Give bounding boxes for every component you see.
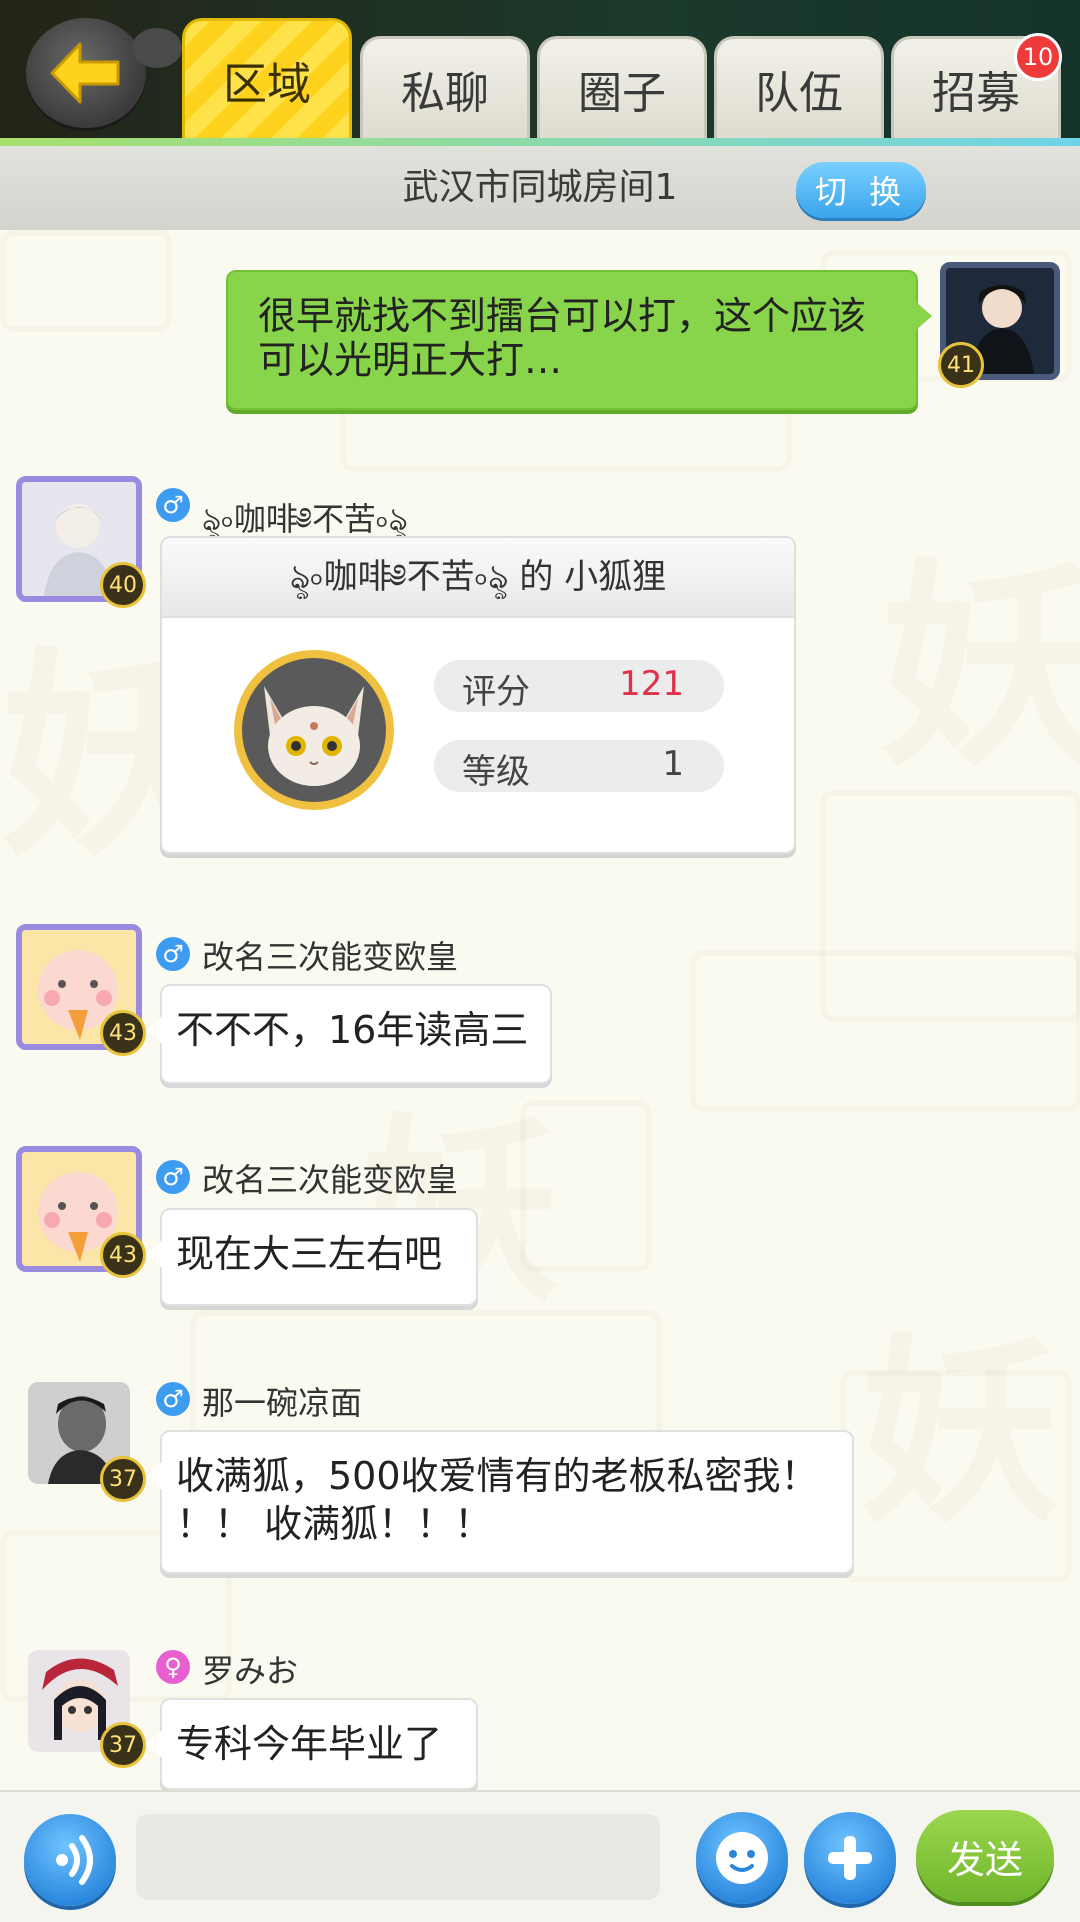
tab-label: 私聊 — [401, 67, 489, 119]
nickname: 那一碗凉面 — [202, 1384, 363, 1422]
send-button[interactable]: 发送 — [916, 1810, 1054, 1902]
level-badge: 37 — [100, 1722, 146, 1768]
plus-icon — [828, 1836, 872, 1880]
message-text-line: 收满狐，500收爱情有的老板私密我！ — [176, 1454, 819, 1498]
male-icon: ♂ — [156, 1160, 190, 1194]
nickname: 改名三次能变欧皇 — [202, 938, 459, 976]
score-value: 121 — [619, 664, 684, 704]
level-badge: 43 — [100, 1010, 146, 1056]
tab-label: 圈子 — [578, 67, 666, 119]
level-badge: 37 — [100, 1456, 146, 1502]
message-input[interactable] — [136, 1814, 660, 1900]
message-bubble[interactable]: 现在大三左右吧 — [146, 1208, 478, 1306]
level-badge: 43 — [100, 1232, 146, 1278]
message-text: 不不不，16年读高三 — [176, 1008, 529, 1052]
voice-icon — [56, 1835, 93, 1885]
level-value: 1 — [662, 744, 684, 784]
score-stat: 评分 121 — [434, 660, 724, 712]
tab-recruit[interactable]: 招募 10 — [891, 33, 1062, 138]
emoji-button[interactable] — [696, 1812, 788, 1904]
score-label: 评分 — [462, 672, 530, 712]
level-badge: 41 — [938, 342, 984, 388]
top-bar: 区域 私聊 圈子 队伍 招募 10 — [0, 0, 1080, 140]
back-arrow-icon — [50, 42, 120, 104]
level-badge: 40 — [100, 562, 146, 608]
tab-team[interactable]: 队伍 — [714, 36, 884, 138]
male-icon: ♂ — [156, 937, 190, 971]
message-bubble[interactable]: 收满狐，500收爱情有的老板私密我！ ！！ 收满狐！！！ — [146, 1430, 854, 1574]
more-button[interactable] — [804, 1812, 896, 1904]
message-bubble[interactable]: 专科今年毕业了 — [146, 1698, 478, 1790]
fox-pet-icon — [234, 650, 394, 810]
pet-card-title: ৡ৹咖啡༅不苦৹ৡ 的 小狐狸 — [162, 538, 794, 618]
message-text: 很早就找不到擂台可以打，这个应该可以光明正大打… — [258, 294, 867, 382]
message-bubble-self[interactable]: 很早就找不到擂台可以打，这个应该可以光明正大打… — [226, 270, 932, 410]
room-bar: 武汉市同城房间1 切 换 — [0, 146, 1080, 230]
level-stat: 等级 1 — [434, 740, 724, 792]
voice-button[interactable] — [24, 1814, 116, 1906]
message-text-line: ！！ 收满狐！！！ — [176, 1502, 493, 1546]
switch-room-button[interactable]: 切 换 — [796, 162, 926, 218]
tab-region[interactable]: 区域 — [182, 18, 352, 138]
notification-badge: 10 — [1014, 33, 1062, 81]
tab-circle[interactable]: 圈子 — [537, 36, 707, 138]
tab-label: 队伍 — [755, 67, 843, 119]
input-bar: 发送 — [0, 1790, 1080, 1922]
male-icon: ♂ — [156, 488, 190, 522]
header-divider — [0, 138, 1080, 146]
level-label: 等级 — [462, 752, 530, 792]
tab-label: 招募 — [932, 67, 1020, 119]
tab-private-chat[interactable]: 私聊 — [360, 36, 530, 138]
female-icon: ♀ — [156, 1650, 190, 1684]
pet-card[interactable]: ৡ৹咖啡༅不苦৹ৡ 的 小狐狸 评分 121 等级 1 — [160, 536, 796, 854]
message-text: 现在大三左右吧 — [176, 1232, 443, 1276]
back-button[interactable] — [26, 18, 182, 128]
emoji-icon — [716, 1832, 768, 1884]
message-text: 专科今年毕业了 — [176, 1722, 443, 1766]
male-icon: ♂ — [156, 1382, 190, 1416]
tab-label: 区域 — [223, 58, 311, 110]
nickname: 罗みお — [202, 1652, 299, 1690]
message-bubble[interactable]: 不不不，16年读高三 — [146, 984, 552, 1084]
nickname: 改名三次能变欧皇 — [202, 1161, 459, 1199]
